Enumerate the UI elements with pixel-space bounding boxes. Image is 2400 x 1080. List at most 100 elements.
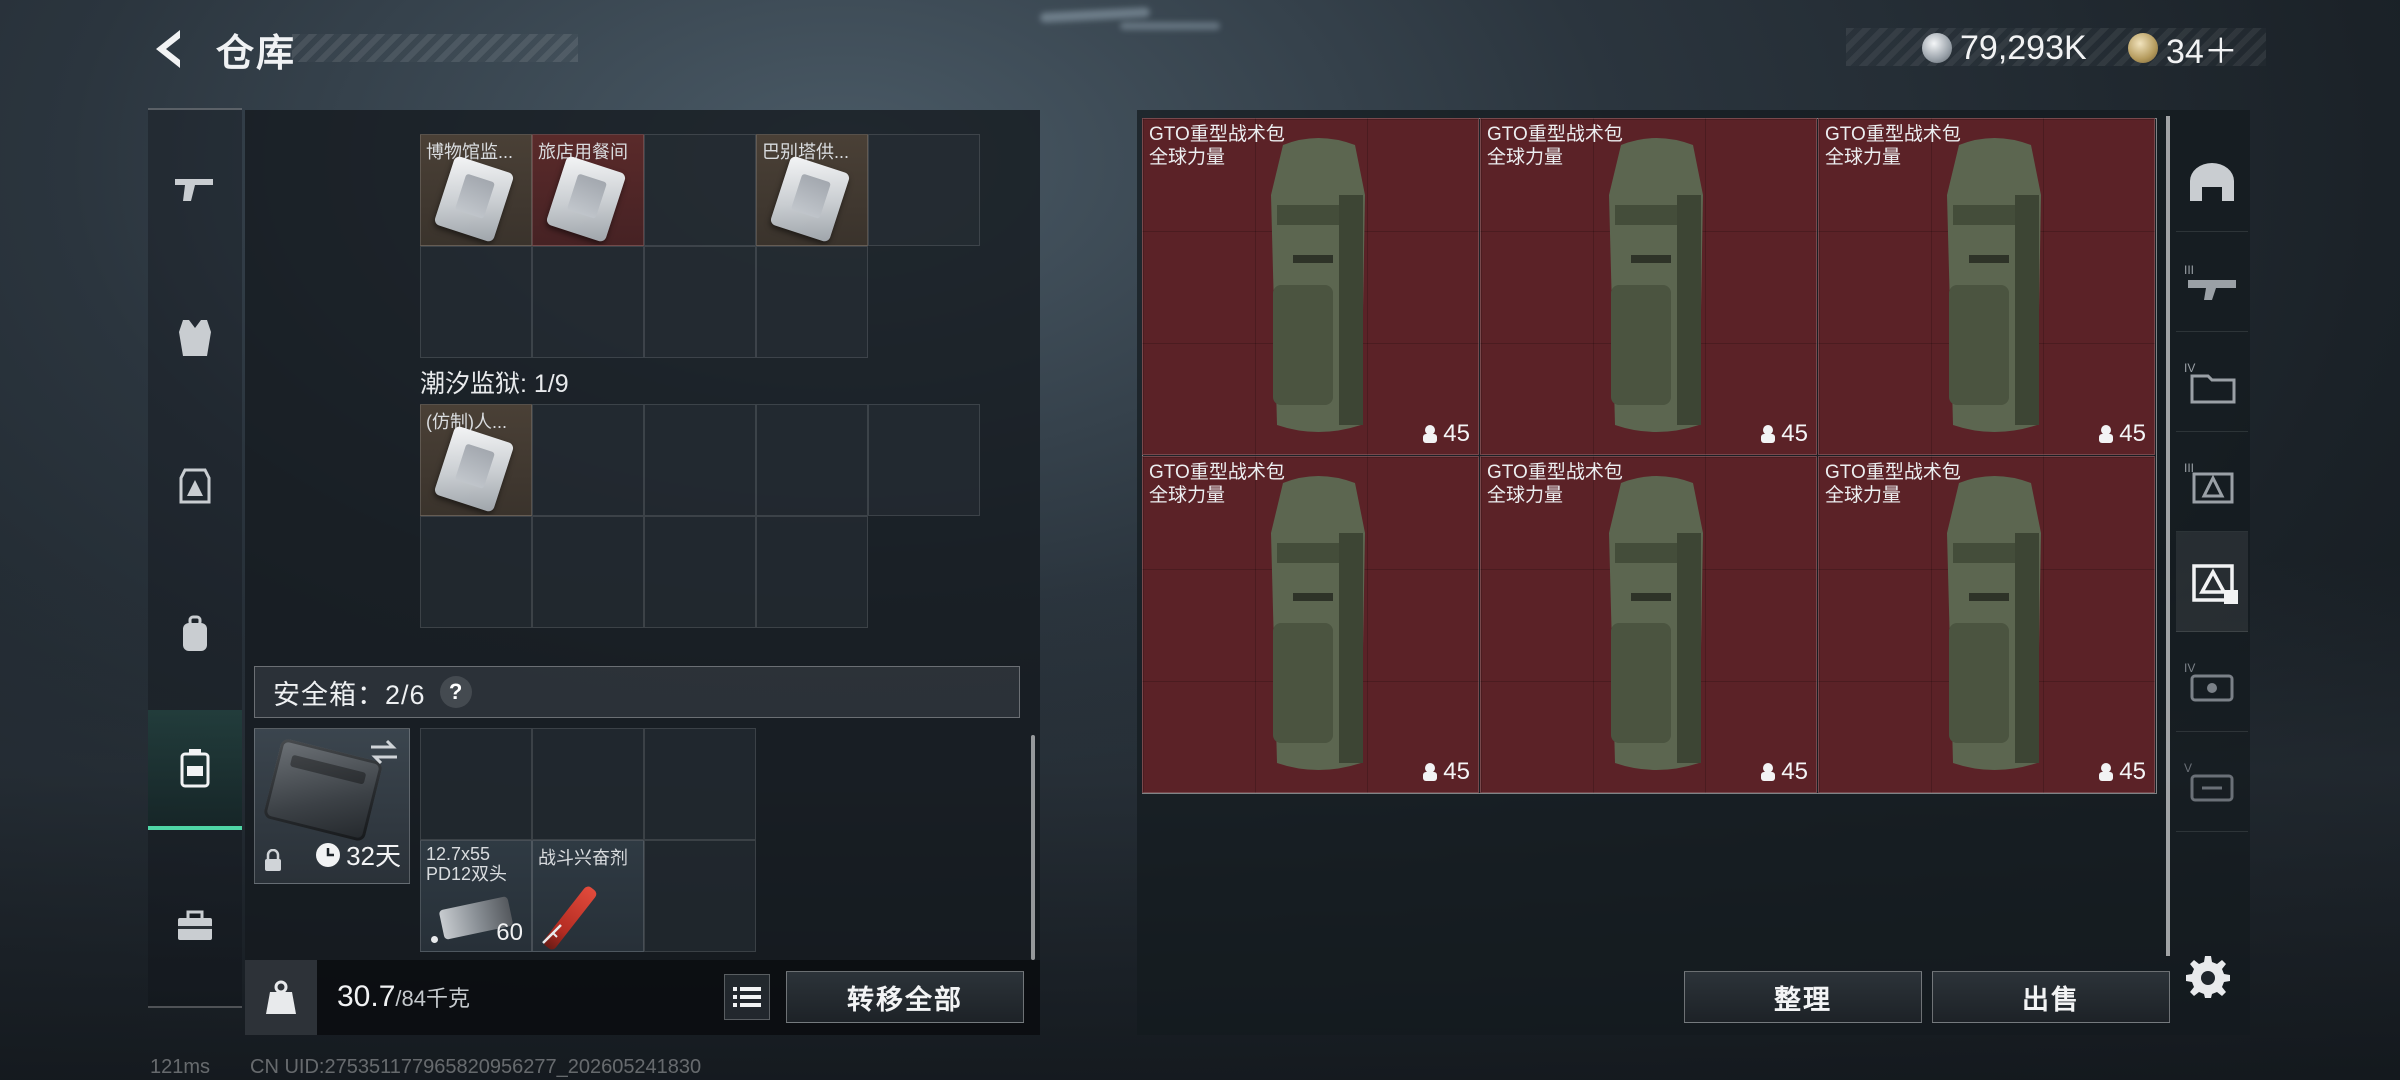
grid-slot[interactable]	[756, 246, 868, 358]
help-button[interactable]: ?	[439, 676, 472, 708]
duration: 32天	[315, 836, 401, 873]
grid-slot[interactable]	[532, 516, 644, 628]
swap-icon[interactable]	[367, 737, 401, 767]
status-dot	[431, 936, 438, 943]
keycard-item[interactable]: 巴别塔供...	[756, 134, 868, 246]
safe-case-icon	[180, 749, 210, 788]
container-filter-nav: III IV III IV V	[2176, 116, 2248, 966]
keycard-item[interactable]: (仿制)人...	[420, 404, 532, 516]
backpack-scrollbar[interactable]	[1031, 735, 1035, 960]
ping-text: 121ms	[150, 1056, 211, 1078]
weight-max: /84千克	[395, 986, 470, 1011]
safe-box-header: 安全箱：2/6 ?	[254, 666, 1020, 718]
clock-icon	[316, 842, 341, 867]
item-name: GTO重型战术包 全球力量	[1149, 124, 1285, 168]
grid-slot[interactable]	[420, 728, 532, 840]
item-level-value: 45	[1443, 420, 1470, 447]
keycard-icon	[545, 155, 627, 243]
filter-helmet[interactable]	[2176, 132, 2248, 232]
item-level-value: 45	[1781, 758, 1808, 785]
gear-icon	[2186, 956, 2230, 998]
item-level: 45	[2097, 758, 2146, 786]
grid-slot[interactable]	[756, 404, 868, 516]
case-tier5-icon: V	[2184, 761, 2234, 801]
lock-icon	[265, 849, 281, 871]
settings-button[interactable]	[2186, 954, 2230, 998]
back-arrow-icon	[156, 30, 180, 68]
weight-class-icon	[2099, 763, 2114, 781]
grid-slot[interactable]	[644, 134, 756, 246]
grid-slot[interactable]	[644, 404, 756, 516]
grid-slot[interactable]	[868, 404, 980, 516]
back-button[interactable]	[146, 24, 196, 74]
folder-tier4-icon: IV	[2184, 361, 2236, 403]
backpack-item[interactable]: GTO重型战术包 全球力量 45	[1818, 118, 2155, 455]
grid-slot[interactable]	[644, 516, 756, 628]
svg-text:IV: IV	[2184, 361, 2195, 375]
grid-slot[interactable]	[868, 134, 980, 246]
list-view-button[interactable]	[724, 974, 770, 1020]
tactical-backpack-image	[1947, 138, 2041, 432]
sell-button[interactable]: 出售	[1932, 971, 2170, 1023]
nav-weapon[interactable]	[148, 128, 242, 248]
currency-silver[interactable]: 79,293K	[1922, 28, 2087, 68]
stimulant-item[interactable]: 战斗兴奋剂	[532, 840, 644, 952]
nav-safe-case[interactable]	[148, 710, 242, 830]
container-scrollbar[interactable]	[2166, 116, 2170, 956]
svg-text:IV: IV	[2184, 661, 2195, 675]
grid-slot[interactable]	[420, 516, 532, 628]
nav-armor[interactable]	[148, 278, 242, 398]
grid-slot[interactable]	[532, 728, 644, 840]
transfer-all-button[interactable]: 转移全部	[786, 971, 1024, 1023]
tactical-backpack-image	[1609, 138, 1703, 432]
item-name: GTO重型战术包 全球力量	[1825, 124, 1961, 168]
item-level-value: 45	[1443, 758, 1470, 785]
backpack-item[interactable]: GTO重型战术包 全球力量 45	[1818, 456, 2155, 793]
keycard-item[interactable]: 博物馆监...	[420, 134, 532, 246]
ammo-item[interactable]: 12.7x55 PD12双头 60	[420, 840, 532, 952]
backpack-item[interactable]: GTO重型战术包 全球力量 45	[1142, 118, 1479, 455]
item-name: 12.7x55 PD12双头	[426, 844, 508, 884]
nav-toolbox[interactable]	[148, 866, 242, 986]
tactical-backpack-image	[1609, 476, 1703, 770]
nav-chest-rig[interactable]	[148, 426, 242, 546]
toolbox-icon	[178, 910, 212, 940]
keycard-icon	[433, 155, 515, 243]
filter-case-tier4[interactable]: IV	[2176, 632, 2248, 732]
filter-safe-case[interactable]	[2176, 532, 2248, 632]
nav-backpack[interactable]	[148, 574, 242, 694]
background-light	[1039, 7, 1151, 23]
background-light	[1120, 22, 1220, 30]
grid-slot[interactable]	[756, 516, 868, 628]
grid-slot[interactable]	[532, 404, 644, 516]
weight-class-icon	[1761, 425, 1776, 443]
backpack-item[interactable]: GTO重型战术包 全球力量 45	[1480, 118, 1817, 455]
filter-folder-tier4[interactable]: IV	[2176, 332, 2248, 432]
weight-icon	[266, 980, 296, 1014]
weight-current: 30.7	[337, 980, 396, 1013]
keycard-item[interactable]: 旅店用餐间	[532, 134, 644, 246]
item-name: 博物馆监...	[426, 142, 514, 162]
title-decoration	[292, 34, 578, 62]
filter-case-tier5[interactable]: V	[2176, 732, 2248, 832]
grid-slot[interactable]	[644, 840, 756, 952]
sort-button[interactable]: 整理	[1684, 971, 1922, 1023]
grid-slot[interactable]	[420, 246, 532, 358]
safe-case-image	[262, 737, 384, 843]
grid-slot[interactable]	[644, 246, 756, 358]
filter-chest-tier3[interactable]: III	[2176, 432, 2248, 532]
safe-case-active-icon	[2192, 563, 2238, 604]
safe-box-slot[interactable]: 32天	[254, 728, 410, 884]
grid-slot[interactable]	[644, 728, 756, 840]
left-category-nav	[148, 108, 242, 1008]
item-name: GTO重型战术包 全球力量	[1487, 124, 1623, 168]
grid-slot[interactable]	[532, 246, 644, 358]
backpack-item[interactable]: GTO重型战术包 全球力量 45	[1142, 456, 1479, 793]
filter-rifle-tier3[interactable]: III	[2176, 232, 2248, 332]
item-level: 45	[1421, 420, 1470, 448]
item-level: 45	[1421, 758, 1470, 786]
item-level-value: 45	[1781, 420, 1808, 447]
case-tier4-icon: IV	[2184, 661, 2234, 701]
currency-gold[interactable]: 34＋	[2128, 28, 2238, 71]
backpack-item[interactable]: GTO重型战术包 全球力量 45	[1480, 456, 1817, 793]
